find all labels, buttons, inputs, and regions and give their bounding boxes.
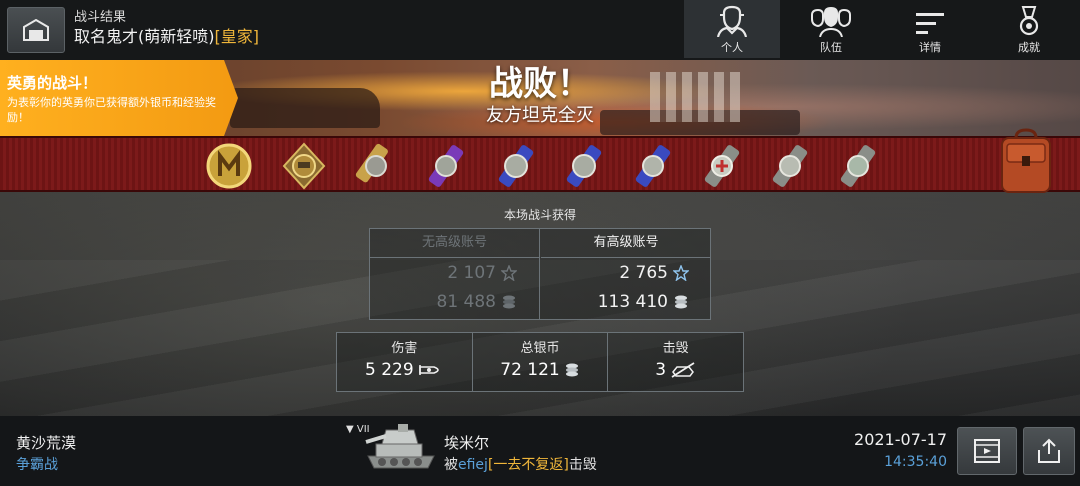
no-premium-column: 无高级账号 2 107 81 488 xyxy=(370,229,540,319)
battle-time: 14:35:40 xyxy=(884,454,947,470)
kills-stat: 击毁 3 xyxy=(608,333,743,391)
total-credits-label: 总银币 xyxy=(520,341,560,356)
share-button[interactable] xyxy=(1023,427,1075,475)
backpack-icon[interactable] xyxy=(998,128,1054,196)
tank-icon xyxy=(365,424,435,469)
battle-date: 2021-07-17 xyxy=(854,430,947,449)
destroyed-tank-icon xyxy=(671,362,695,378)
damage-label: 伤害 xyxy=(391,341,418,356)
personal-icon xyxy=(716,5,748,37)
damage-stat: 伤害 5 229 xyxy=(337,333,473,391)
tab-details-label: 详情 xyxy=(919,41,941,54)
killer-name: efiej xyxy=(458,457,488,473)
tab-personal-label: 个人 xyxy=(721,41,743,54)
battle-result-subtitle: 友方坦克全灭 xyxy=(486,105,594,126)
silver-coins-icon xyxy=(503,295,515,308)
screen-subtitle: 战斗结果 xyxy=(74,10,127,25)
tab-achievements-label: 成就 xyxy=(1018,41,1040,54)
tab-achievements[interactable]: 成就 xyxy=(981,0,1077,58)
total-credits-value: 72 121 xyxy=(500,360,560,380)
medal-ribbon-1-icon[interactable] xyxy=(350,140,402,192)
medal-ribbon-6-icon[interactable] xyxy=(696,140,748,192)
battle-result-title: 战败！ xyxy=(489,64,591,104)
garage-button[interactable] xyxy=(7,7,65,53)
destroyed-by-text: 被efiej[一去不复返]击毁 xyxy=(444,457,597,473)
heroic-battle-notice: 英勇的战斗！ 为表彰你的英勇你已获得额外银币和经验奖励！ xyxy=(0,60,238,136)
killer-clan: [一去不复返] xyxy=(487,457,569,473)
total-credits-stat: 总银币 72 121 xyxy=(473,333,609,391)
replay-button[interactable] xyxy=(957,427,1017,475)
footer-bar: 黄沙荒漠 争霸战 ▼ VII 埃米尔 被efiej[一去不复返]击毁 2021-… xyxy=(0,416,1080,486)
medal-ribbon-7-icon[interactable] xyxy=(764,140,816,192)
player-name: 取名鬼才(萌新轻喷)[皇家] xyxy=(74,27,260,46)
film-replay-icon xyxy=(974,439,1000,463)
battle-mode: 争霸战 xyxy=(16,457,58,473)
tab-personal[interactable]: 个人 xyxy=(684,0,780,58)
no-premium-xp: 2 107 xyxy=(370,258,539,287)
tab-details[interactable]: 详情 xyxy=(882,0,978,58)
experience-star-icon xyxy=(673,264,689,281)
medal-ribbon-2-icon[interactable] xyxy=(420,140,472,192)
header: 战斗结果 取名鬼才(萌新轻喷)[皇家] 个人 队伍 详情 成就 xyxy=(0,0,1080,60)
no-premium-credits: 81 488 xyxy=(370,287,539,316)
heroic-battle-title: 英勇的战斗！ xyxy=(7,74,98,92)
premium-xp: 2 765 xyxy=(541,258,711,287)
silver-coins-icon xyxy=(675,295,687,308)
tank-name: 埃米尔 xyxy=(444,434,490,452)
medal-ribbon-8-icon[interactable] xyxy=(832,140,884,192)
kills-value: 3 xyxy=(655,360,667,380)
battle-result: 战败！ 友方坦克全灭 xyxy=(440,62,640,126)
team-icon xyxy=(811,7,851,37)
kills-label: 击毁 xyxy=(662,341,689,356)
map-name: 黄沙荒漠 xyxy=(16,434,77,452)
mastery-badge-icon[interactable] xyxy=(203,140,255,192)
battle-stats: 伤害 5 229 总银币 72 121 击毁 3 xyxy=(336,332,744,392)
share-icon xyxy=(1038,438,1060,463)
garage-icon xyxy=(23,19,49,41)
medal-emblem-icon[interactable] xyxy=(278,140,330,192)
achievements-icon xyxy=(1019,6,1039,36)
details-icon xyxy=(916,13,944,34)
damage-shell-icon xyxy=(418,365,439,375)
medal-ribbon-4-icon[interactable] xyxy=(558,140,610,192)
experience-star-icon xyxy=(501,264,517,281)
heroic-battle-description: 为表彰你的英勇你已获得额外银币和经验奖励！ xyxy=(7,96,216,124)
medal-ribbon-5-icon[interactable] xyxy=(627,140,679,192)
damage-value: 5 229 xyxy=(365,360,414,380)
premium-credits: 113 410 xyxy=(541,287,711,316)
premium-header: 有高级账号 xyxy=(541,229,711,258)
tab-team[interactable]: 队伍 xyxy=(783,0,879,58)
no-premium-header: 无高级账号 xyxy=(370,229,539,258)
clan-tag: [皇家] xyxy=(214,27,260,46)
earnings-table: 无高级账号 2 107 81 488 有高级账号 2 765 113 410 xyxy=(369,228,711,320)
medal-strip xyxy=(0,136,1080,192)
earnings-title: 本场战斗获得 xyxy=(503,208,576,222)
premium-column: 有高级账号 2 765 113 410 xyxy=(541,229,711,319)
tab-team-label: 队伍 xyxy=(820,41,842,54)
silver-coins-icon xyxy=(565,363,578,377)
medal-ribbon-3-icon[interactable] xyxy=(490,140,542,192)
